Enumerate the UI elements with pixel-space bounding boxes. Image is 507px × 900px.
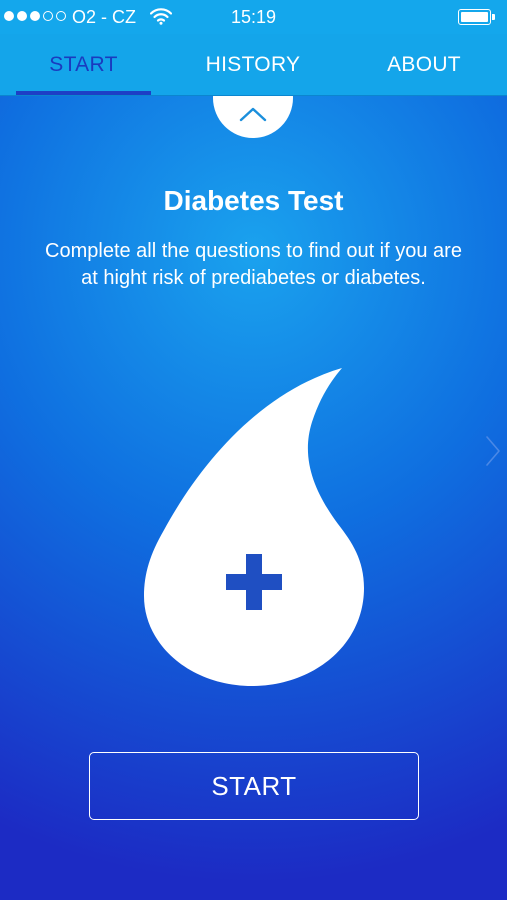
page-title: Diabetes Test <box>163 185 344 216</box>
status-bar: O2 - CZ 15:19 <box>0 0 507 34</box>
tab-start[interactable]: START <box>16 34 151 96</box>
active-tab-indicator <box>16 91 151 95</box>
chevron-right-icon[interactable] <box>481 433 505 469</box>
tab-about[interactable]: ABOUT <box>360 34 488 96</box>
battery-icon <box>458 9 496 25</box>
tab-bar: START HISTORY ABOUT <box>0 34 507 96</box>
chevron-up-icon <box>239 107 267 122</box>
app-screen: O2 - CZ 15:19 START HISTORY ABOUT Diabet… <box>0 0 507 900</box>
battery-tip <box>492 14 495 20</box>
start-button[interactable]: START <box>89 752 419 820</box>
tab-history[interactable]: HISTORY <box>185 34 321 96</box>
battery-fill <box>461 12 488 22</box>
blood-drop-plus-icon <box>144 368 364 686</box>
page-description: Complete all the questions to find out i… <box>45 240 462 289</box>
battery-body <box>458 9 491 25</box>
status-time: 15:19 <box>230 7 277 27</box>
